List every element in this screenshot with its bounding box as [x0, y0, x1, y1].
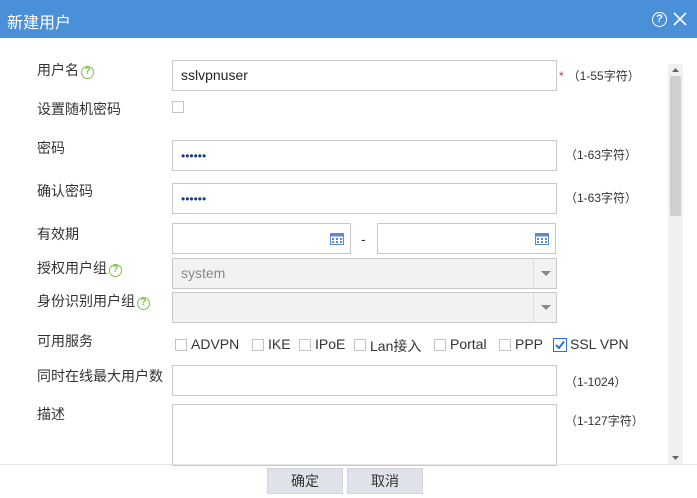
max-online-label: 同时在线最大用户数 [37, 368, 163, 384]
identity-group-label-text: 身份识别用户组 [37, 293, 135, 309]
random-password-checkbox[interactable] [172, 101, 184, 113]
service-checkbox-ike[interactable] [252, 339, 264, 351]
username-hint: （1-55字符） [567, 69, 640, 83]
confirm-password-value: •••••• [181, 192, 207, 206]
authorized-group-label: 授权用户组? [37, 258, 122, 278]
dialog-titlebar: 新建用户 ? [0, 0, 697, 38]
scroll-up-arrow-icon[interactable] [668, 64, 683, 76]
required-mark: * [559, 69, 564, 83]
password-input[interactable]: •••••• [172, 140, 557, 171]
validity-label: 有效期 [37, 226, 79, 242]
identity-group-label: 身份识别用户组? [37, 291, 150, 311]
scroll-down-arrow-icon[interactable] [668, 452, 683, 464]
help-icon[interactable]: ? [109, 264, 122, 277]
confirm-password-hint: （1-63字符） [565, 191, 638, 205]
scrollbar[interactable] [668, 64, 683, 464]
service-label-lan: Lan接入 [370, 338, 422, 354]
close-icon[interactable] [671, 10, 689, 28]
identity-group-select[interactable] [172, 292, 557, 323]
confirm-password-label: 确认密码 [37, 183, 93, 199]
calendar-icon[interactable] [330, 232, 344, 245]
footer-divider [0, 464, 697, 465]
service-checkbox-ipoe[interactable] [299, 339, 311, 351]
service-label-ipoe: IPoE [315, 336, 346, 352]
chevron-down-icon[interactable] [533, 293, 556, 322]
authorized-group-label-text: 授权用户组 [37, 260, 107, 276]
max-online-hint: （1-1024） [565, 375, 627, 389]
username-hint-wrap: * （1-55字符） [559, 67, 640, 84]
confirm-password-input[interactable]: •••••• [172, 183, 557, 214]
help-icon[interactable]: ? [652, 12, 667, 27]
password-label: 密码 [37, 140, 65, 156]
random-password-label: 设置随机密码 [37, 101, 121, 117]
service-label-ppp: PPP [515, 336, 544, 352]
max-online-input[interactable] [172, 365, 557, 396]
username-input[interactable]: sslvpnuser [172, 60, 557, 91]
service-checkbox-advpn[interactable] [175, 339, 187, 351]
service-checkbox-portal[interactable] [434, 339, 446, 351]
service-checkbox-lan[interactable] [354, 339, 366, 351]
description-textarea[interactable] [172, 404, 557, 466]
description-hint: （1-127字符） [565, 414, 644, 428]
authorized-group-select[interactable]: system [172, 258, 557, 289]
help-icon[interactable]: ? [137, 297, 150, 310]
description-label: 描述 [37, 406, 65, 422]
username-label: 用户名? [37, 60, 94, 80]
service-label-sslvpn: SSL VPN [570, 336, 629, 352]
username-label-text: 用户名 [37, 62, 79, 78]
authorized-group-value: system [181, 265, 226, 281]
scroll-thumb[interactable] [670, 76, 681, 216]
username-value: sslvpnuser [181, 67, 248, 83]
service-checkbox-ppp[interactable] [499, 339, 511, 351]
chevron-down-icon[interactable] [533, 259, 556, 288]
password-value: •••••• [181, 149, 207, 163]
validity-separator: - [361, 231, 366, 247]
ok-button[interactable]: 确定 [267, 468, 343, 494]
services-label: 可用服务 [37, 333, 93, 349]
service-checkbox-sslvpn[interactable] [553, 338, 567, 352]
cancel-button[interactable]: 取消 [347, 468, 423, 494]
help-icon[interactable]: ? [81, 66, 94, 79]
service-label-ike: IKE [268, 336, 291, 352]
calendar-icon[interactable] [535, 232, 549, 245]
validity-start-input[interactable] [172, 223, 351, 254]
dialog-title: 新建用户 [7, 15, 72, 32]
service-label-portal: Portal [450, 336, 487, 352]
password-hint: （1-63字符） [565, 148, 638, 162]
service-label-advpn: ADVPN [191, 336, 240, 352]
validity-end-input[interactable] [377, 223, 556, 254]
